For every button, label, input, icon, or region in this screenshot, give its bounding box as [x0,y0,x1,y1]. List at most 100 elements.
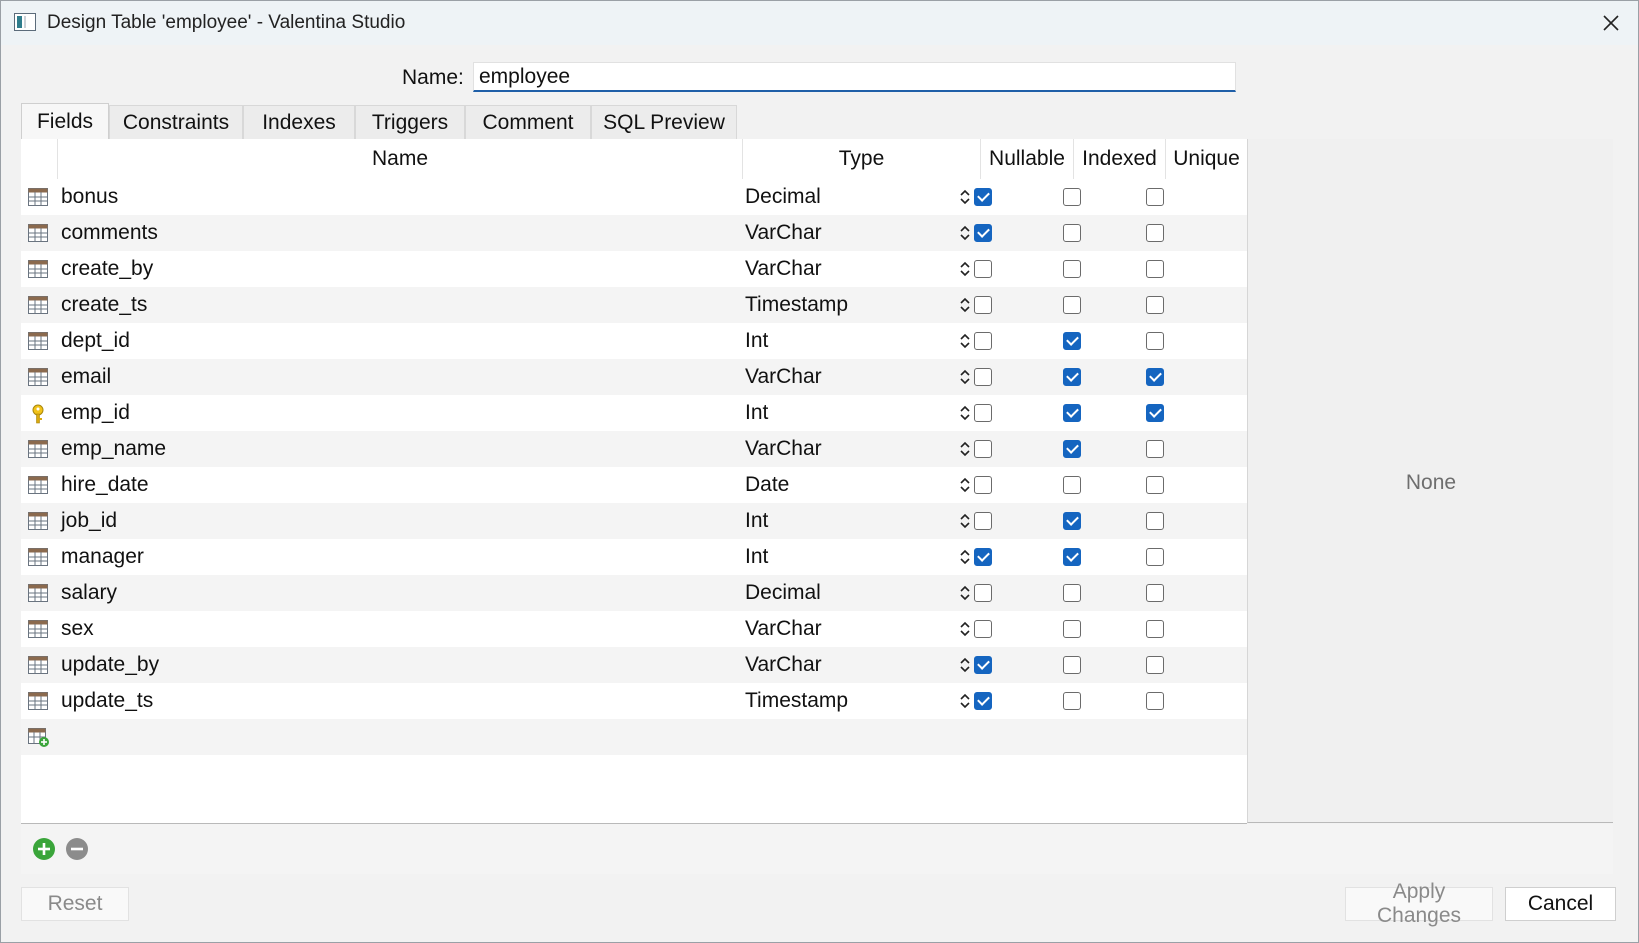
unique-checkbox[interactable] [1146,656,1164,674]
type-spinner-icon[interactable] [958,656,972,674]
field-name-cell[interactable]: email [61,365,111,389]
indexed-checkbox[interactable] [1063,548,1081,566]
tab-comment[interactable]: Comment [465,105,591,139]
field-name-cell[interactable]: dept_id [61,329,130,353]
unique-checkbox[interactable] [1146,188,1164,206]
nullable-checkbox[interactable] [974,224,992,242]
unique-checkbox[interactable] [1146,620,1164,638]
table-row[interactable]: comments VarChar [21,215,1247,251]
table-name-input[interactable] [473,62,1236,92]
unique-checkbox[interactable] [1146,476,1164,494]
unique-checkbox[interactable] [1146,440,1164,458]
type-spinner-icon[interactable] [958,188,972,206]
type-spinner-icon[interactable] [958,368,972,386]
nullable-checkbox[interactable] [974,368,992,386]
field-name-cell[interactable]: update_ts [61,689,153,713]
field-type-cell[interactable]: Timestamp [745,689,848,713]
type-spinner-icon[interactable] [958,440,972,458]
table-row[interactable]: hire_date Date [21,467,1247,503]
add-field-row-icon[interactable] [28,728,49,747]
close-button[interactable] [1584,1,1638,45]
indexed-checkbox[interactable] [1063,188,1081,206]
table-row[interactable]: bonus Decimal [21,179,1247,215]
field-type-cell[interactable]: Decimal [745,581,821,605]
table-row[interactable]: dept_id Int [21,323,1247,359]
field-type-cell[interactable]: VarChar [745,257,822,281]
indexed-checkbox[interactable] [1063,512,1081,530]
unique-checkbox[interactable] [1146,332,1164,350]
field-type-cell[interactable]: Int [745,545,768,569]
field-name-cell[interactable]: hire_date [61,473,149,497]
nullable-checkbox[interactable] [974,656,992,674]
type-spinner-icon[interactable] [958,476,972,494]
nullable-checkbox[interactable] [974,296,992,314]
field-name-cell[interactable]: comments [61,221,158,245]
type-spinner-icon[interactable] [958,332,972,350]
tab-sql-preview[interactable]: SQL Preview [591,105,737,139]
type-spinner-icon[interactable] [958,260,972,278]
field-type-cell[interactable]: VarChar [745,437,822,461]
nullable-checkbox[interactable] [974,404,992,422]
field-name-cell[interactable]: manager [61,545,144,569]
type-spinner-icon[interactable] [958,548,972,566]
nullable-checkbox[interactable] [974,332,992,350]
column-header-indexed[interactable]: Indexed [1073,139,1165,179]
field-type-cell[interactable]: Timestamp [745,293,848,317]
table-row[interactable]: create_by VarChar [21,251,1247,287]
type-spinner-icon[interactable] [958,224,972,242]
nullable-checkbox[interactable] [974,620,992,638]
table-row[interactable]: update_by VarChar [21,647,1247,683]
add-field-button[interactable] [33,838,55,860]
indexed-checkbox[interactable] [1063,260,1081,278]
field-name-cell[interactable]: emp_name [61,437,166,461]
cancel-button[interactable]: Cancel [1505,887,1616,921]
field-name-cell[interactable]: update_by [61,653,159,677]
field-name-cell[interactable]: create_by [61,257,153,281]
unique-checkbox[interactable] [1146,368,1164,386]
column-header-name[interactable]: Name [57,139,742,179]
unique-checkbox[interactable] [1146,260,1164,278]
reset-button[interactable]: Reset [21,887,129,921]
field-type-cell[interactable]: VarChar [745,365,822,389]
field-type-cell[interactable]: Int [745,401,768,425]
field-name-cell[interactable]: sex [61,617,94,641]
apply-changes-button[interactable]: Apply Changes [1345,880,1493,927]
type-spinner-icon[interactable] [958,584,972,602]
field-name-cell[interactable]: bonus [61,185,118,209]
table-row[interactable]: sex VarChar [21,611,1247,647]
table-row[interactable]: emp_id Int [21,395,1247,431]
new-field-row[interactable] [21,719,1247,755]
type-spinner-icon[interactable] [958,692,972,710]
unique-checkbox[interactable] [1146,296,1164,314]
table-row[interactable]: manager Int [21,539,1247,575]
table-row[interactable]: email VarChar [21,359,1247,395]
field-name-cell[interactable]: create_ts [61,293,147,317]
indexed-checkbox[interactable] [1063,476,1081,494]
nullable-checkbox[interactable] [974,476,992,494]
indexed-checkbox[interactable] [1063,692,1081,710]
field-type-cell[interactable]: VarChar [745,617,822,641]
field-type-cell[interactable]: VarChar [745,653,822,677]
indexed-checkbox[interactable] [1063,368,1081,386]
table-row[interactable]: update_ts Timestamp [21,683,1247,719]
indexed-checkbox[interactable] [1063,296,1081,314]
tab-fields[interactable]: Fields [21,103,109,139]
nullable-checkbox[interactable] [974,584,992,602]
indexed-checkbox[interactable] [1063,620,1081,638]
table-row[interactable]: create_ts Timestamp [21,287,1247,323]
field-name-cell[interactable]: emp_id [61,401,130,425]
nullable-checkbox[interactable] [974,512,992,530]
indexed-checkbox[interactable] [1063,440,1081,458]
field-type-cell[interactable]: Decimal [745,185,821,209]
field-type-cell[interactable]: VarChar [745,221,822,245]
type-spinner-icon[interactable] [958,512,972,530]
field-name-cell[interactable]: job_id [61,509,117,533]
tab-constraints[interactable]: Constraints [109,105,243,139]
nullable-checkbox[interactable] [974,548,992,566]
tab-triggers[interactable]: Triggers [355,105,465,139]
unique-checkbox[interactable] [1146,512,1164,530]
unique-checkbox[interactable] [1146,548,1164,566]
table-row[interactable]: salary Decimal [21,575,1247,611]
type-spinner-icon[interactable] [958,620,972,638]
nullable-checkbox[interactable] [974,260,992,278]
